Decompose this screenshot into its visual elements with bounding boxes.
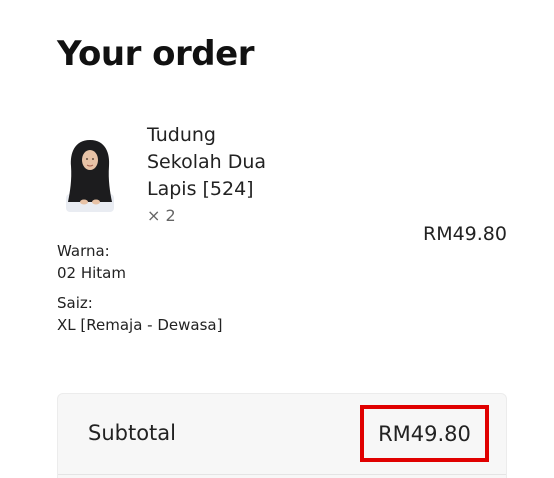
order-summary: Subtotal RM49.80	[57, 393, 507, 478]
attribute-value: XL [Remaja - Dewasa]	[57, 316, 223, 334]
subtotal-label: Subtotal	[88, 421, 176, 445]
attribute-color: Warna: 02 Hitam	[57, 240, 126, 284]
subtotal-value: RM49.80	[360, 405, 489, 462]
attribute-value: 02 Hitam	[57, 264, 126, 282]
page-title: Your order	[57, 34, 254, 74]
attribute-label: Warna:	[57, 242, 110, 260]
attribute-label: Saiz:	[57, 294, 93, 312]
product-quantity: × 2	[147, 206, 176, 225]
product-image-icon	[66, 140, 114, 212]
product-name[interactable]: Tudung Sekolah Dua Lapis [524]	[147, 122, 287, 203]
summary-divider	[58, 474, 506, 475]
item-price: RM49.80	[423, 223, 507, 245]
order-page: Your order Tudung Sekolah Dua Lapis [524…	[0, 0, 554, 478]
attribute-size: Saiz: XL [Remaja - Dewasa]	[57, 292, 222, 336]
product-thumbnail[interactable]	[64, 136, 116, 212]
